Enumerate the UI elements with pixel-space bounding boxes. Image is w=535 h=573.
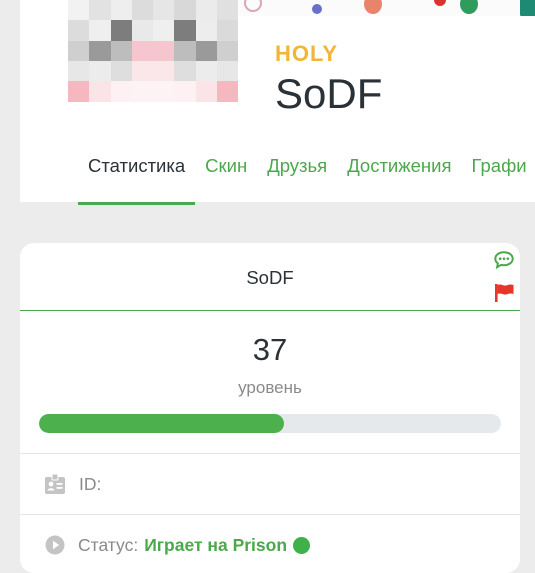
online-dot [293,536,311,554]
level-value: 37 [252,332,288,367]
flag-icon[interactable] [494,283,514,302]
play-icon [45,535,65,555]
level-progress-bar [39,414,501,433]
banner-decoration [520,0,535,16]
player-skin-avatar [68,0,238,122]
stats-card: SoDF 37 уровень ID: Статус: Играет на Pr… [20,243,520,573]
tab-statistics[interactable]: Статистика [78,154,196,205]
chat-icon[interactable] [494,251,514,269]
row-divider [20,453,520,454]
id-label: ID: [79,473,102,494]
profile-tabs: Статистика Скин Друзья Достижения Графи [78,154,535,205]
player-name: SoDF [275,70,383,117]
banner-decoration [312,4,322,14]
level-progress-fill [39,414,284,433]
status-row: Статус: Играет на Prison [44,533,311,557]
status-label: Статус: [78,534,139,555]
title-divider [20,310,520,311]
profile-banner [220,0,535,16]
id-card-icon [45,473,65,494]
row-divider [20,514,520,515]
profile-header: HOLY SoDF Статистика Скин Друзья Достиже… [20,0,535,205]
id-row: ID: [44,472,101,496]
stats-card-title: SoDF [246,267,294,288]
tab-skin[interactable]: Скин [195,154,257,202]
level-label: уровень [238,378,302,397]
tab-achievements[interactable]: Достижения [337,154,461,202]
status-value[interactable]: Играет на Prison [144,535,287,556]
player-rank: HOLY [275,41,339,66]
tab-graphs[interactable]: Графи [462,154,535,202]
tab-friends[interactable]: Друзья [257,154,337,202]
